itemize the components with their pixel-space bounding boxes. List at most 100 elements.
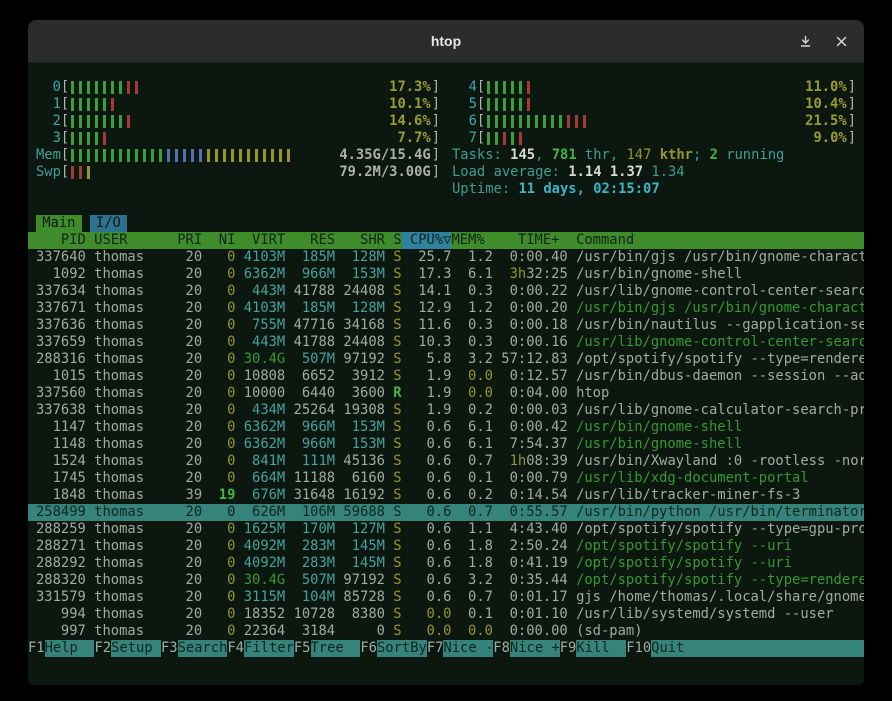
fkey-kill[interactable]: F9Kill bbox=[560, 640, 626, 657]
process-row[interactable]: 1848 thomas 39 19 676M 31648 16192 S 0.6… bbox=[28, 487, 864, 504]
column-header-shr[interactable]: SHR bbox=[343, 232, 385, 249]
process-row[interactable]: 288316 thomas 20 0 30.4G 507M 97192 S 5.… bbox=[28, 351, 864, 368]
uptime-status: Uptime: 11 days, 02:15:07 bbox=[452, 181, 856, 198]
process-row[interactable]: 258499 thomas 20 0 626M 106M 59688 S 0.6… bbox=[28, 504, 864, 521]
process-row[interactable]: 337636 thomas 20 0 755M 47716 34168 S 11… bbox=[28, 317, 864, 334]
column-header-pid[interactable]: PID bbox=[36, 232, 86, 249]
column-header-user[interactable]: USER bbox=[94, 232, 169, 249]
process-row[interactable]: 1148 thomas 20 0 6362M 966M 153M S 0.6 6… bbox=[28, 436, 864, 453]
column-header-ni[interactable]: NI bbox=[202, 232, 235, 249]
cpu-meter-7: 7[9.0%] bbox=[452, 130, 856, 147]
cell-time: 2:50.24 bbox=[493, 538, 568, 555]
meters-panel: 0[17.3%]1[10.1%]2[14.6%]3[7.7%]Mem[4.35G… bbox=[28, 63, 864, 198]
fkey-filter[interactable]: F4Filter bbox=[227, 640, 293, 657]
cell-pri: 20 bbox=[169, 283, 202, 300]
column-header-cmd[interactable]: Command bbox=[576, 232, 864, 249]
process-row[interactable]: 337640 thomas 20 0 4103M 185M 128M S 25.… bbox=[28, 249, 864, 266]
download-icon bbox=[799, 35, 812, 48]
cell-ni: 0 bbox=[202, 334, 235, 351]
tab-main[interactable]: Main bbox=[36, 215, 82, 232]
process-row[interactable]: 337638 thomas 20 0 434M 25264 19308 S 1.… bbox=[28, 402, 864, 419]
fkey-quit[interactable]: F10Quit bbox=[626, 640, 864, 657]
cell-cmd: htop bbox=[576, 385, 864, 402]
cpu-meter-4: 4[11.0%] bbox=[452, 79, 856, 96]
process-row[interactable]: 288292 thomas 20 0 4092M 283M 145M S 0.6… bbox=[28, 555, 864, 572]
meter-bar bbox=[71, 115, 74, 128]
column-header-mem[interactable]: MEM% bbox=[451, 232, 493, 249]
column-header-cpu[interactable]: CPU%▽ bbox=[402, 232, 452, 249]
process-row[interactable]: 288271 thomas 20 0 4092M 283M 145M S 0.6… bbox=[28, 538, 864, 555]
cell-ni: 0 bbox=[202, 402, 235, 419]
cell-pid: 337636 bbox=[36, 317, 86, 334]
cell-time: 57:12.83 bbox=[493, 351, 568, 368]
tab-io[interactable]: I/O bbox=[90, 215, 127, 232]
process-row[interactable]: 1092 thomas 20 0 6362M 966M 153M S 17.3 … bbox=[28, 266, 864, 283]
fkey-setup[interactable]: F2Setup bbox=[94, 640, 160, 657]
cell-pid: 337671 bbox=[36, 300, 86, 317]
fkey-nice[interactable]: F7Nice - bbox=[427, 640, 493, 657]
meter-bar bbox=[167, 149, 170, 162]
process-row[interactable]: 1524 thomas 20 0 841M 111M 45136 S 0.6 0… bbox=[28, 453, 864, 470]
process-row[interactable]: 1745 thomas 20 0 664M 11188 6160 S 0.6 0… bbox=[28, 470, 864, 487]
cell-virt: 676M bbox=[244, 487, 286, 504]
download-button[interactable] bbox=[796, 32, 814, 50]
cell-res: 507M bbox=[294, 572, 336, 589]
column-header-virt[interactable]: VIRT bbox=[244, 232, 286, 249]
cell-shr: 19308 bbox=[343, 402, 385, 419]
cell-cmd: (sd-pam) bbox=[576, 623, 864, 640]
meter-label: 3 bbox=[36, 130, 61, 147]
process-row[interactable]: 994 thomas 20 0 18352 10728 8380 S 0.0 0… bbox=[28, 606, 864, 623]
meter-bar bbox=[207, 149, 210, 162]
cell-pri: 20 bbox=[169, 266, 202, 283]
cell-mem: 1.8 bbox=[451, 538, 493, 555]
process-row[interactable]: 337560 thomas 20 0 10000 6440 3600 R 1.9… bbox=[28, 385, 864, 402]
process-row[interactable]: 288320 thomas 20 0 30.4G 507M 97192 S 0.… bbox=[28, 572, 864, 589]
process-row[interactable]: 337659 thomas 20 0 443M 41788 24408 S 10… bbox=[28, 334, 864, 351]
fkey-help[interactable]: F1Help bbox=[28, 640, 94, 657]
cell-user: thomas bbox=[94, 368, 169, 385]
process-row[interactable]: 337671 thomas 20 0 4103M 185M 128M S 12.… bbox=[28, 300, 864, 317]
cell-res: 6440 bbox=[294, 385, 336, 402]
cell-res: 106M bbox=[294, 504, 336, 521]
cell-pid: 1015 bbox=[36, 368, 86, 385]
cell-virt: 443M bbox=[244, 283, 286, 300]
column-header-s[interactable]: S bbox=[393, 232, 401, 249]
meter-bar bbox=[511, 115, 514, 128]
cell-shr: 153M bbox=[343, 436, 385, 453]
cell-s: S bbox=[393, 453, 401, 470]
fkey-search[interactable]: F3Search bbox=[161, 640, 227, 657]
column-header-pri[interactable]: PRI bbox=[169, 232, 202, 249]
cell-time: 0:00.42 bbox=[493, 419, 568, 436]
cpu-meter-5: 5[10.4%] bbox=[452, 96, 856, 113]
cell-pid: 288316 bbox=[36, 351, 86, 368]
cell-virt: 4092M bbox=[244, 538, 286, 555]
cell-user: thomas bbox=[94, 538, 169, 555]
process-row[interactable]: 331579 thomas 20 0 3115M 104M 85728 S 0.… bbox=[28, 589, 864, 606]
close-button[interactable] bbox=[832, 32, 850, 50]
cell-pid: 337634 bbox=[36, 283, 86, 300]
fkey-label: Filter bbox=[244, 640, 294, 657]
process-row[interactable]: 1015 thomas 20 0 10808 6652 3912 S 1.9 0… bbox=[28, 368, 864, 385]
column-header-time[interactable]: TIME+ bbox=[493, 232, 568, 249]
cell-pid: 288271 bbox=[36, 538, 86, 555]
fkey-number: F1 bbox=[28, 640, 45, 657]
process-row[interactable]: 997 thomas 20 0 22364 3184 0 S 0.0 0.0 0… bbox=[28, 623, 864, 640]
meter-bar bbox=[511, 81, 514, 94]
meter-bar bbox=[239, 149, 242, 162]
cell-cpu: 0.6 bbox=[402, 504, 452, 521]
cell-pri: 20 bbox=[169, 385, 202, 402]
cell-virt: 30.4G bbox=[244, 351, 286, 368]
cell-time: 3h32:25 bbox=[493, 266, 568, 283]
cell-mem: 3.2 bbox=[451, 572, 493, 589]
process-row[interactable]: 288259 thomas 20 0 1625M 170M 127M S 0.6… bbox=[28, 521, 864, 538]
fkey-tree[interactable]: F5Tree bbox=[294, 640, 360, 657]
fkey-sortby[interactable]: F6SortBy bbox=[360, 640, 426, 657]
process-row[interactable]: 337634 thomas 20 0 443M 41788 24408 S 14… bbox=[28, 283, 864, 300]
process-row[interactable]: 1147 thomas 20 0 6362M 966M 153M S 0.6 6… bbox=[28, 419, 864, 436]
cell-cpu: 0.6 bbox=[402, 555, 452, 572]
cell-s: S bbox=[393, 623, 401, 640]
cell-cmd: /usr/bin/gnome-shell bbox=[576, 266, 864, 283]
fkey-nice[interactable]: F8Nice + bbox=[493, 640, 559, 657]
column-header-res[interactable]: RES bbox=[294, 232, 336, 249]
titlebar[interactable]: htop bbox=[28, 20, 864, 63]
